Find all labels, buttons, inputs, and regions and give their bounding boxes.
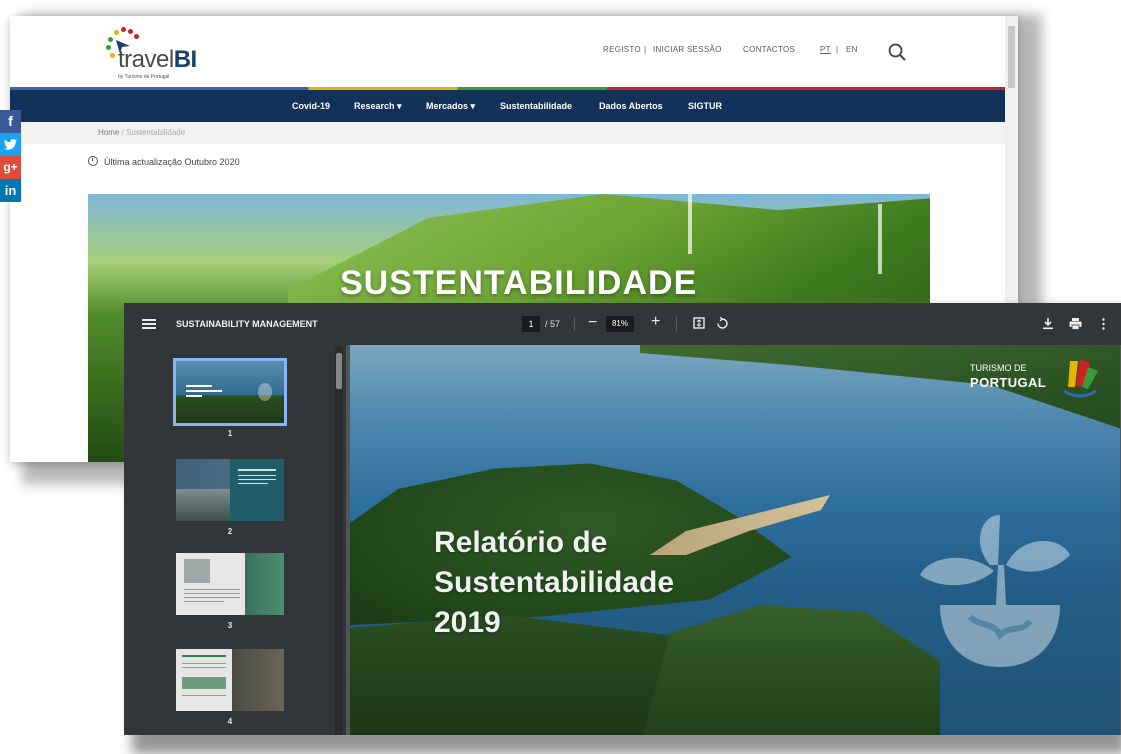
nav-dados-abertos[interactable]: Dados Abertos (599, 101, 663, 111)
thumbnail-image (176, 649, 284, 711)
report-title-line-2: Sustentabilidade (434, 566, 675, 599)
breadcrumb-sep: / (121, 128, 124, 137)
breadcrumb: Home / Sustentabilidade (10, 122, 1005, 144)
nav-research[interactable]: Research ▾ (354, 101, 402, 112)
brand-top: TURISMO DE (970, 363, 1027, 373)
registo-link[interactable]: REGISTO (603, 45, 641, 54)
sidebar-scrollbar-thumb[interactable] (336, 353, 342, 389)
search-icon[interactable] (888, 43, 906, 61)
last-updated: Última actualização Outubro 2020 (88, 156, 240, 167)
thumbnail-sidebar: 1 2 3 4 (124, 345, 344, 735)
brand-main: PORTUGAL (970, 375, 1047, 390)
travelbi-logo[interactable]: travelBI by Turismo de Portugal (88, 24, 208, 86)
pdf-page-1: Relatório de Sustentabilidade 2019 TURIS… (350, 345, 1120, 735)
lang-pt-link[interactable]: PT (820, 45, 831, 54)
sustainability-plant-icon (920, 515, 1070, 667)
logo-name-plain: travel (118, 46, 174, 73)
print-icon[interactable] (1069, 317, 1082, 330)
site-header: travelBI by Turismo de Portugal REGISTO … (10, 16, 1005, 90)
pdf-page-area: Relatório de Sustentabilidade 2019 TURIS… (346, 345, 1121, 735)
zoom-level-input[interactable]: 81% (606, 316, 634, 332)
googleplus-icon[interactable]: g+ (0, 156, 21, 179)
download-icon[interactable] (1042, 317, 1054, 330)
last-updated-text: Última actualização Outubro 2020 (104, 157, 240, 167)
zoom-minus-icon[interactable]: − (588, 314, 597, 332)
thumbnail-image (173, 358, 287, 426)
nav-covid[interactable]: Covid-19 (292, 101, 330, 111)
thumbnail-number: 2 (227, 527, 233, 536)
thumbnail-number: 3 (227, 621, 233, 630)
pdf-viewer-window: SUSTAINABILITY MANAGEMENT 1 / 57 − 81% + (124, 303, 1121, 735)
thumbnail-image (176, 459, 284, 521)
thumbnail-image (176, 553, 284, 615)
toolbar-divider (676, 317, 677, 331)
report-title-line-1: Relatório de (434, 526, 608, 559)
pdf-toolbar: SUSTAINABILITY MANAGEMENT 1 / 57 − 81% + (124, 303, 1121, 345)
zoom-plus-icon[interactable]: + (651, 313, 660, 331)
lang-en-link[interactable]: EN (846, 45, 858, 54)
nav-mercados[interactable]: Mercados ▾ (426, 101, 475, 112)
hero-title: SUSTENTABILIDADE (340, 264, 698, 302)
clock-icon (88, 156, 98, 166)
site-scrollbar-thumb[interactable] (1008, 26, 1015, 88)
fit-page-icon[interactable] (693, 317, 705, 329)
header-sep: | (644, 45, 647, 54)
login-link[interactable]: INICIAR SESSÃO (653, 45, 722, 54)
logo-wordmark: travelBI (118, 46, 197, 74)
page-number-input[interactable]: 1 (522, 316, 540, 332)
thumbnail-number: 1 (227, 429, 233, 438)
more-vert-icon[interactable] (1102, 318, 1105, 330)
logo-name-bold: BI (173, 46, 198, 73)
report-title: Relatório de Sustentabilidade 2019 (434, 523, 674, 643)
lang-sep: | (836, 45, 839, 54)
document-title: SUSTAINABILITY MANAGEMENT (176, 319, 318, 329)
page-total: / 57 (545, 319, 561, 329)
facebook-icon[interactable]: f (0, 110, 21, 133)
contactos-link[interactable]: CONTACTOS (743, 45, 795, 54)
turismo-portugal-logo: TURISMO DE PORTUGAL (970, 357, 1100, 407)
rotate-icon[interactable] (716, 317, 729, 330)
menu-icon[interactable] (142, 319, 156, 329)
twitter-icon[interactable] (0, 133, 21, 156)
breadcrumb-current: Sustentabilidade (126, 128, 186, 137)
thumbnail-number: 4 (227, 717, 233, 726)
linkedin-icon[interactable]: in (0, 179, 21, 202)
hero-waterfall (878, 204, 882, 274)
sidebar-scrollbar[interactable] (335, 347, 343, 735)
logo-tagline: by Turismo de Portugal (118, 74, 170, 80)
breadcrumb-home[interactable]: Home (98, 128, 119, 137)
portugal-flower-icon (1063, 359, 1098, 398)
report-title-line-3: 2019 (434, 606, 501, 639)
nav-sigtur[interactable]: SIGTUR (688, 101, 722, 111)
hero-waterfall (688, 194, 692, 254)
toolbar-divider (574, 317, 575, 331)
main-nav: Covid-19 Research ▾ Mercados ▾ Sustentab… (10, 90, 1005, 122)
nav-sustentabilidade[interactable]: Sustentabilidade (500, 101, 572, 111)
page-foreground-right (640, 605, 940, 735)
